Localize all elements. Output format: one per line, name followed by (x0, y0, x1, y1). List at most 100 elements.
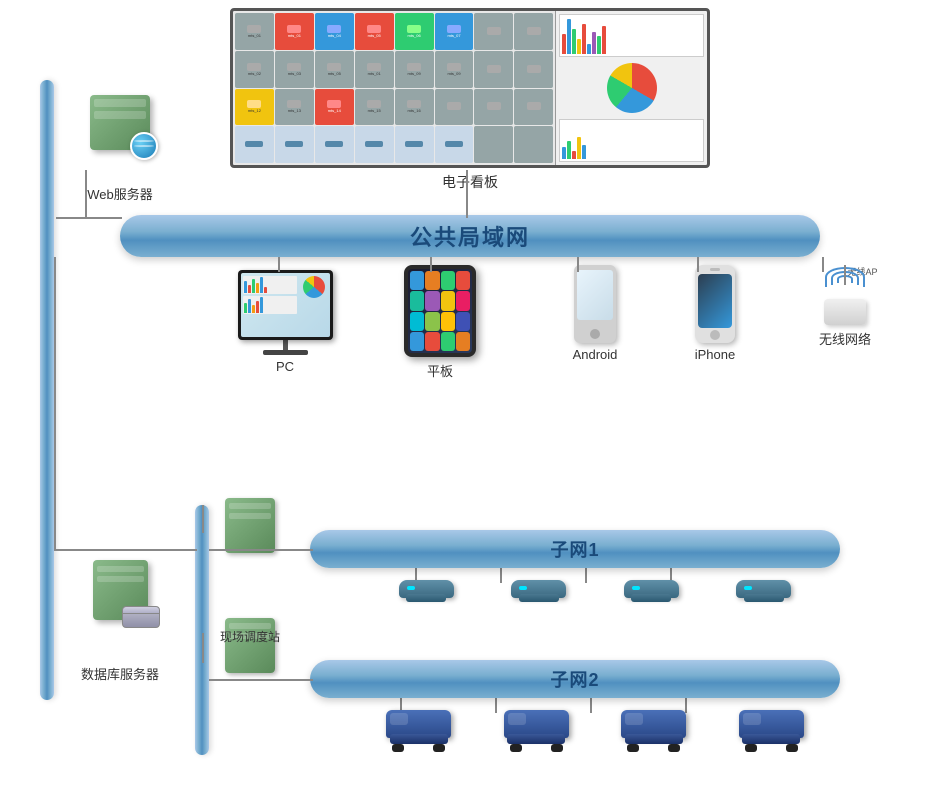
wireless-device: 无线AP 无线网络 (795, 265, 895, 348)
scanner-device-4 (731, 580, 796, 598)
left-bar-to-mid-vert (54, 257, 56, 551)
tablet-app (456, 271, 470, 290)
bb-bar (577, 39, 581, 54)
bb-cell: mts_09 (435, 51, 474, 88)
iphone-label: iPhone (675, 347, 755, 362)
db-tower (93, 560, 148, 620)
tablet-app (425, 271, 439, 290)
bb-cell: mts_01 (235, 13, 274, 50)
bb-cell: mts_07 (435, 13, 474, 50)
monitor-chart-bar2 (243, 296, 297, 314)
tablet-connector (430, 257, 432, 272)
billboard-grid: mts_01 mts_01 mts_04 mts_05 mts_06 mts_0… (233, 11, 556, 165)
pc-label: PC (230, 359, 340, 374)
bb-cell (474, 51, 513, 88)
bb-bar-chart (559, 14, 704, 57)
bb-cell (435, 89, 474, 126)
db-server-icon (80, 560, 160, 650)
pc-device: PC (230, 270, 340, 374)
bb-cell (315, 126, 354, 163)
chart-bar (256, 283, 259, 293)
bb-cell (514, 126, 553, 163)
bb-cell: mts_12 (235, 89, 274, 126)
scanner-light-3 (632, 586, 640, 590)
monitor-chart-bar (243, 276, 297, 294)
field-station: 现场调度站 (195, 628, 305, 645)
bb-bar (572, 29, 576, 54)
agv-icon-3 (621, 710, 686, 738)
chart-bar (248, 285, 251, 293)
tablet-app (441, 312, 455, 331)
bar-to-subnet2-connector (202, 633, 204, 663)
tablet-app (410, 312, 424, 331)
scanner-icon-4 (736, 580, 791, 598)
monitor-content-left (241, 273, 299, 337)
tablet-app (425, 332, 439, 351)
bb-bar (562, 34, 566, 54)
monitor-stand (283, 340, 288, 350)
android-device: Android (555, 265, 635, 362)
chart-bar (260, 277, 263, 293)
bb-cell: mts_02 (235, 51, 274, 88)
iphone-device: iPhone (675, 265, 755, 362)
bb-pie-chart (607, 63, 657, 113)
bb-cell (514, 89, 553, 126)
bar-to-subnet1-connector (202, 505, 204, 533)
tablet-app (441, 291, 455, 310)
bb-cell (514, 13, 553, 50)
android-screen (577, 270, 613, 320)
bb-cell: mts_04 (315, 13, 354, 50)
iphone-screen (698, 274, 732, 328)
bb-cell: mts_06 (395, 13, 434, 50)
ws-connector-vert (85, 170, 87, 218)
bb-bar (582, 24, 586, 54)
billboard-charts (556, 11, 707, 165)
bb-cell (275, 126, 314, 163)
db-server: 数据库服务器 (55, 560, 185, 683)
db-cylinder (122, 606, 160, 628)
router-antenna (844, 265, 846, 285)
bb-cell (474, 13, 513, 50)
subnet2-pipe: 子网2 (310, 660, 840, 698)
agv-wheel-right-2 (551, 744, 563, 752)
left-vertical-bar (40, 80, 54, 700)
agv-wheel-left-3 (627, 744, 639, 752)
bb-bar (597, 36, 601, 54)
iphone-connector (697, 257, 699, 272)
subnet1-server-icon (225, 498, 275, 553)
tablet-icon (404, 265, 476, 357)
tablet-device: 平板 (390, 265, 490, 380)
scanner-device-1 (394, 580, 459, 598)
tablet-screen (408, 269, 472, 353)
bb-bar (567, 19, 571, 54)
agv-icon-1 (386, 710, 451, 738)
globe-icon (130, 132, 158, 160)
scanner-device-3 (619, 580, 684, 598)
web-server-label: Web服务器 (60, 184, 180, 203)
agv-wheel-left-1 (392, 744, 404, 752)
android-label: Android (555, 347, 635, 362)
tablet-label: 平板 (390, 361, 490, 380)
ws-connector-horiz (56, 217, 122, 219)
agv-wheel-right-1 (433, 744, 445, 752)
server-body (90, 95, 150, 150)
monitor-icon (238, 270, 333, 340)
subnet1-server (215, 498, 285, 553)
tablet-app (410, 271, 424, 290)
agv-device-3 (616, 710, 691, 738)
wireless-label: 无线网络 (795, 329, 895, 348)
bb-cell (474, 89, 513, 126)
bb-cell (355, 126, 394, 163)
field-station-label: 现场调度站 (195, 628, 305, 645)
agv-wheel-right-4 (786, 744, 798, 752)
router-body (824, 299, 866, 325)
pc-connector (278, 257, 280, 272)
chart-bar (256, 301, 259, 313)
bb-cell: mts_01 (355, 51, 394, 88)
subnet1-pipe: 子网1 (310, 530, 840, 568)
billboard-area: mts_01 mts_01 mts_04 mts_05 mts_06 mts_0… (230, 8, 710, 183)
bb-cell (395, 126, 434, 163)
agv-wheel-left-4 (745, 744, 757, 752)
tablet-app (410, 332, 424, 351)
agv-device-4 (734, 710, 809, 738)
